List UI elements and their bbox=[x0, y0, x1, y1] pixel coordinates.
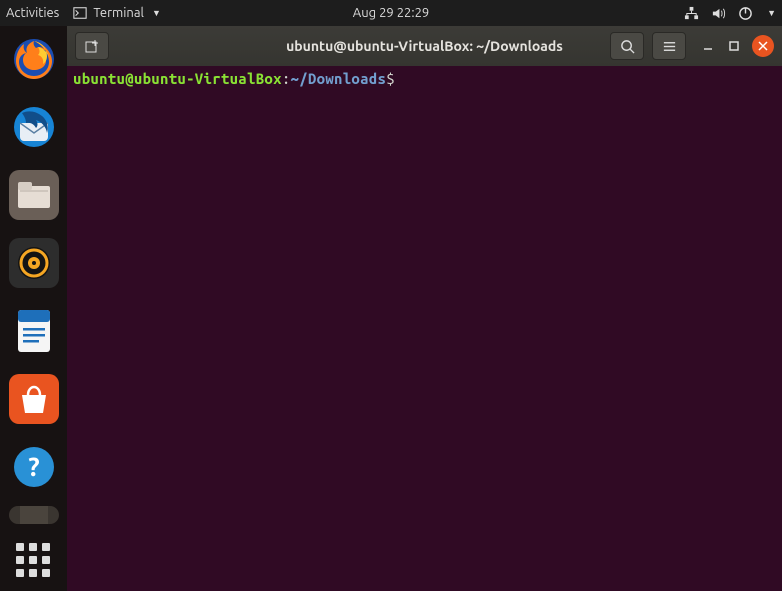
search-icon bbox=[620, 39, 635, 54]
terminal-icon bbox=[73, 6, 87, 20]
close-button[interactable] bbox=[752, 35, 774, 57]
hamburger-menu-button[interactable] bbox=[652, 32, 686, 60]
power-icon[interactable] bbox=[738, 6, 753, 21]
system-menu-chevron-icon[interactable]: ▼ bbox=[767, 8, 776, 18]
dock-help[interactable]: ? bbox=[9, 442, 59, 492]
minimize-button[interactable] bbox=[700, 38, 716, 54]
dock-thunderbird[interactable] bbox=[9, 102, 59, 152]
clock-label[interactable]: Aug 29 22:29 bbox=[353, 6, 430, 20]
chevron-down-icon: ▼ bbox=[152, 8, 161, 18]
volume-icon[interactable] bbox=[711, 6, 726, 21]
maximize-icon bbox=[728, 40, 740, 52]
prompt-userhost: ubuntu@ubuntu-VirtualBox bbox=[73, 70, 282, 87]
svg-text:?: ? bbox=[28, 452, 39, 481]
window-titlebar: ubuntu@ubuntu-VirtualBox: ~/Downloads bbox=[67, 26, 782, 66]
gnome-top-bar: Activities Terminal ▼ Aug 29 22:29 ▼ bbox=[0, 0, 782, 26]
app-menu[interactable]: Terminal ▼ bbox=[73, 6, 161, 20]
new-tab-button[interactable] bbox=[75, 32, 109, 60]
prompt-colon: : bbox=[282, 70, 291, 87]
network-icon[interactable] bbox=[684, 6, 699, 21]
close-icon bbox=[758, 41, 768, 51]
dock-writer[interactable] bbox=[9, 306, 59, 356]
activities-button[interactable]: Activities bbox=[6, 6, 59, 20]
minimize-icon bbox=[702, 40, 714, 52]
dock-firefox[interactable] bbox=[9, 34, 59, 84]
app-menu-label: Terminal bbox=[93, 6, 144, 20]
prompt-path: ~/Downloads bbox=[291, 70, 387, 87]
dock-software[interactable] bbox=[9, 374, 59, 424]
maximize-button[interactable] bbox=[726, 38, 742, 54]
dock-rhythmbox[interactable] bbox=[9, 238, 59, 288]
terminal-viewport[interactable]: ubuntu@ubuntu-VirtualBox:~/Downloads$ bbox=[67, 66, 782, 591]
dock-files[interactable] bbox=[9, 170, 59, 220]
dock-partial-item[interactable] bbox=[9, 506, 59, 524]
new-tab-icon bbox=[84, 38, 100, 54]
prompt-symbol: $ bbox=[386, 70, 395, 87]
search-button[interactable] bbox=[610, 32, 644, 60]
show-applications-button[interactable] bbox=[16, 543, 52, 579]
hamburger-icon bbox=[662, 39, 677, 54]
dock: ? bbox=[0, 26, 67, 591]
window-title: ubuntu@ubuntu-VirtualBox: ~/Downloads bbox=[286, 38, 563, 54]
